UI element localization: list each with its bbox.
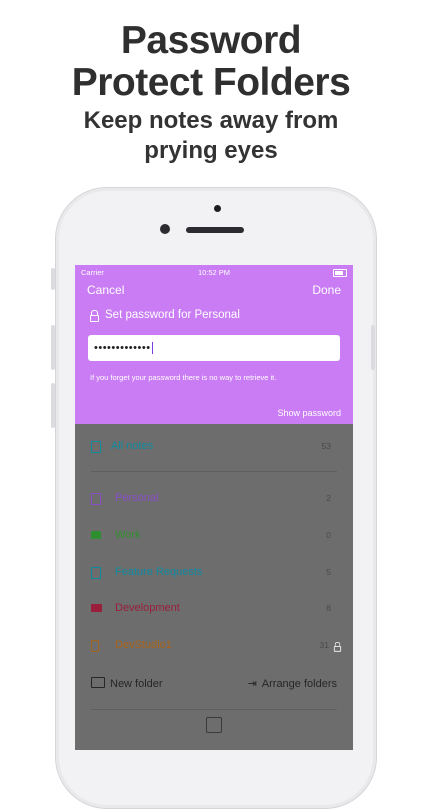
folder-label: Work <box>115 529 141 541</box>
text-caret <box>151 342 153 355</box>
small-lock-icon <box>333 642 342 652</box>
set-password-label: Set password for Personal <box>105 309 240 321</box>
divider <box>91 471 337 472</box>
battery-icon <box>333 269 347 277</box>
new-folder-label: New folder <box>110 678 163 690</box>
monitor-icon <box>91 604 102 612</box>
folder-count: 8 <box>326 603 331 613</box>
arrange-folders-button[interactable]: ⇥ Arrange folders <box>248 677 337 690</box>
headline-title: Password Protect Folders <box>0 20 422 104</box>
lock-icon <box>90 309 99 322</box>
set-password-title: Set password for Personal <box>90 309 240 322</box>
front-camera <box>160 224 170 234</box>
arrange-folders-label: Arrange folders <box>261 678 337 690</box>
list-item-personal[interactable]: Personal 2 <box>75 490 353 510</box>
volume-up-button <box>51 325 55 370</box>
folder-count: 2 <box>326 493 331 503</box>
folder-count: 5 <box>326 567 331 577</box>
briefcase-icon <box>91 531 101 539</box>
all-notes-count: 53 <box>321 441 331 451</box>
volume-down-button <box>51 383 55 428</box>
list-item-devstudio1[interactable]: DevStudio1 31 <box>75 637 353 657</box>
folder-count: 0 <box>326 530 331 540</box>
list-item-work[interactable]: Work 0 <box>75 527 353 547</box>
compose-icon[interactable] <box>206 717 222 733</box>
show-password-button[interactable]: Show password <box>277 408 341 418</box>
document-icon <box>91 441 101 453</box>
speaker-grille <box>186 227 244 233</box>
app-screen: Carrier 10:52 PM Cancel Done Set passwor… <box>75 265 353 750</box>
status-time: 10:52 PM <box>197 268 231 277</box>
folder-label: Feature Requests <box>115 566 203 578</box>
document-icon <box>91 567 101 579</box>
camera-dot <box>214 205 221 212</box>
phone-icon <box>91 640 99 652</box>
folder-label: Development <box>115 602 180 614</box>
power-button <box>371 325 375 370</box>
divider <box>91 709 337 710</box>
folder-label: Personal <box>115 492 159 504</box>
new-folder-button[interactable]: New folder <box>91 677 163 690</box>
headline-title-line2: Protect Folders <box>71 61 351 104</box>
cancel-button[interactable]: Cancel <box>87 283 124 297</box>
status-bar: Carrier 10:52 PM <box>75 265 353 281</box>
done-button[interactable]: Done <box>312 283 341 297</box>
list-item-feature-requests[interactable]: Feature Requests 5 <box>75 564 353 584</box>
note-icon <box>91 493 101 505</box>
mute-switch <box>51 268 55 290</box>
password-input[interactable]: ••••••••••••• <box>88 335 340 361</box>
list-item-all-notes[interactable]: All notes 53 <box>75 438 353 458</box>
headline-subtitle-line2: prying eyes <box>144 137 278 164</box>
password-hint: If you forget your password there is no … <box>90 373 277 382</box>
headline-title-line1: Password <box>120 19 302 62</box>
password-value: ••••••••••••• <box>94 342 151 354</box>
headline-subtitle-line1: Keep notes away from <box>83 107 339 134</box>
folder-plus-icon <box>91 677 105 688</box>
list-item-development[interactable]: Development 8 <box>75 600 353 620</box>
folder-count: 31 <box>319 640 329 650</box>
password-sheet: Carrier 10:52 PM Cancel Done Set passwor… <box>75 265 353 424</box>
all-notes-label: All notes <box>111 440 154 452</box>
arrange-icon: ⇥ <box>247 678 257 690</box>
folder-label: DevStudio1 <box>115 639 172 651</box>
headline-subtitle: Keep notes away from prying eyes <box>0 106 422 166</box>
